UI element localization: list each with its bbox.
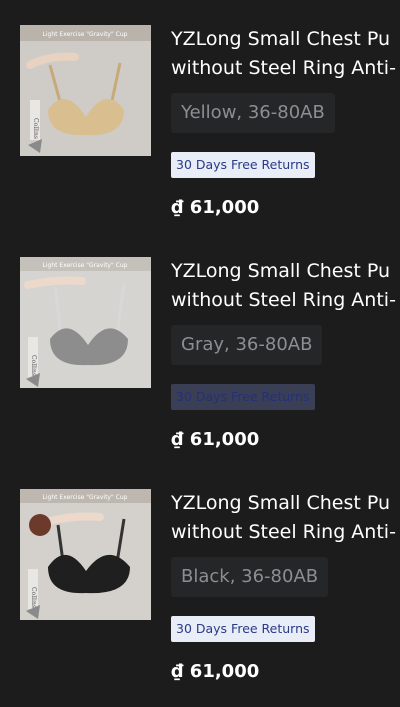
product-title[interactable]: YZLong Small Chest Pu without Steel Ring… <box>171 25 400 83</box>
svg-text:Collins: Collins <box>30 587 37 608</box>
variant-selector[interactable]: Gray, 36-80AB <box>171 325 323 365</box>
product-title-line: without Steel Ring Anti- <box>171 521 396 543</box>
product-image[interactable]: Light Exercise "Gravity" Cup Collins <box>20 25 151 156</box>
product-price: ₫ 61,000 <box>171 661 260 682</box>
product-price: ₫ 61,000 <box>171 197 260 218</box>
variant-selector[interactable]: Black, 36-80AB <box>171 557 329 597</box>
free-returns-badge: 30 Days Free Returns <box>171 152 315 178</box>
product-title-line: without Steel Ring Anti- <box>171 289 396 311</box>
svg-text:Light Exercise "Gravity" Cup: Light Exercise "Gravity" Cup <box>43 31 128 38</box>
product-title[interactable]: YZLong Small Chest Pu without Steel Ring… <box>171 257 400 315</box>
product-list: Light Exercise "Gravity" Cup Collins YZL… <box>0 0 400 707</box>
svg-text:Light Exercise "Gravity" Cup: Light Exercise "Gravity" Cup <box>43 494 128 501</box>
variant-selector[interactable]: Yellow, 36-80AB <box>171 93 335 133</box>
product-card[interactable]: Light Exercise "Gravity" Cup Collins YZL… <box>0 489 400 707</box>
product-title-line: YZLong Small Chest Pu <box>171 492 391 514</box>
product-title-line: without Steel Ring Anti- <box>171 57 396 79</box>
product-title-line: YZLong Small Chest Pu <box>171 28 391 50</box>
svg-text:Collins: Collins <box>32 118 39 139</box>
svg-text:Light Exercise "Gravity" Cup: Light Exercise "Gravity" Cup <box>43 262 128 269</box>
product-title-line: YZLong Small Chest Pu <box>171 260 391 282</box>
product-title[interactable]: YZLong Small Chest Pu without Steel Ring… <box>171 489 400 547</box>
product-price: ₫ 61,000 <box>171 429 260 450</box>
free-returns-badge: 30 Days Free Returns <box>171 616 315 642</box>
svg-text:Collins: Collins <box>30 355 37 376</box>
product-image[interactable]: Light Exercise "Gravity" Cup Collins <box>20 489 151 620</box>
product-card[interactable]: Light Exercise "Gravity" Cup Collins YZL… <box>0 25 400 255</box>
free-returns-badge: 30 Days Free Returns <box>171 384 315 410</box>
product-card[interactable]: Light Exercise "Gravity" Cup Collins YZL… <box>0 257 400 487</box>
product-image[interactable]: Light Exercise "Gravity" Cup Collins <box>20 257 151 388</box>
